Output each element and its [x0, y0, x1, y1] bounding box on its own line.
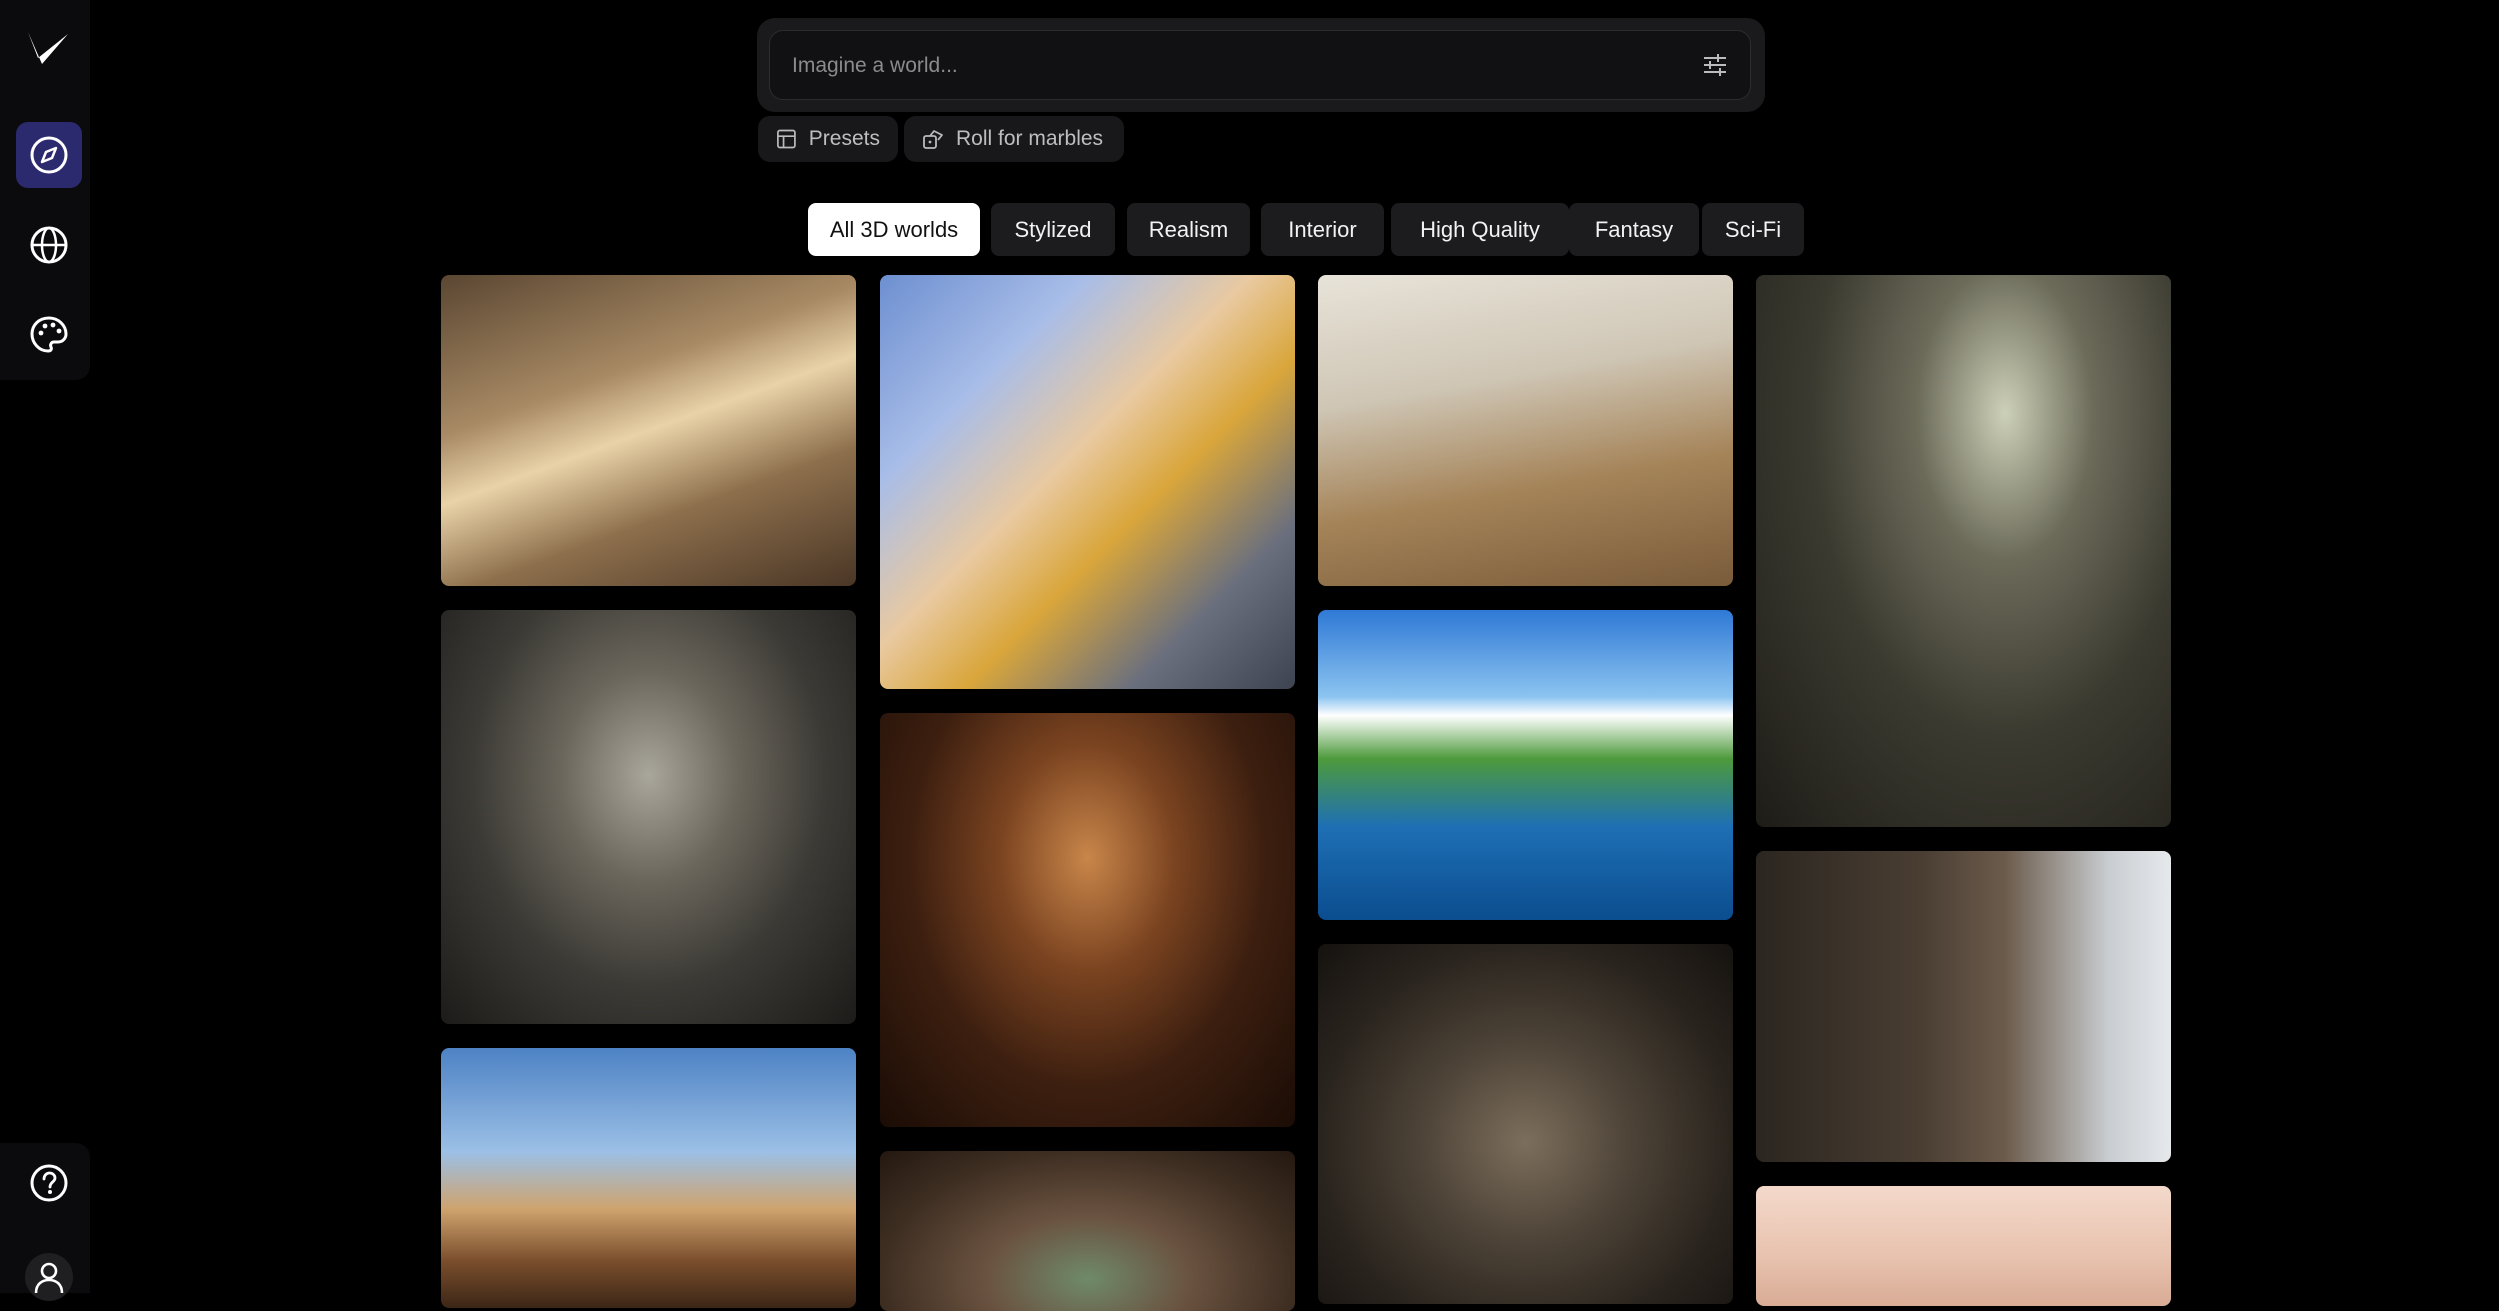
- world-thumbnail: [880, 275, 1295, 689]
- sidebar-item-explore[interactable]: [16, 122, 82, 188]
- tab-sci-fi[interactable]: Sci-Fi: [1702, 203, 1804, 256]
- sidebar-item-worlds[interactable]: [16, 212, 82, 278]
- layout-icon: [777, 129, 796, 149]
- world-card-bedroom-interior[interactable]: [1318, 275, 1733, 586]
- tab-high-quality[interactable]: High Quality: [1391, 203, 1569, 256]
- tab-stylized[interactable]: Stylized: [991, 203, 1115, 256]
- world-card-spaceship-cockpit[interactable]: [441, 610, 856, 1024]
- world-card-lisbon-tram-street[interactable]: [880, 275, 1295, 689]
- sliders-icon[interactable]: [1700, 50, 1730, 80]
- search-box: [769, 30, 1751, 101]
- sidebar-bottom: [0, 1143, 90, 1301]
- world-card-western-town[interactable]: [441, 1048, 856, 1308]
- help-button[interactable]: [16, 1150, 82, 1216]
- world-thumbnail: [1318, 610, 1733, 920]
- roll-label: Roll for marbles: [956, 127, 1104, 150]
- world-thumbnail: [1318, 944, 1733, 1304]
- palette-icon: [30, 316, 68, 353]
- globe-icon: [30, 226, 68, 264]
- sidebar: [0, 0, 90, 380]
- presets-label: Presets: [808, 127, 880, 150]
- presets-button[interactable]: Presets: [758, 116, 898, 162]
- world-card-cartoon-island[interactable]: [1318, 610, 1733, 920]
- avatar[interactable]: [25, 1253, 73, 1301]
- search-input[interactable]: [790, 31, 1674, 101]
- dice-icon: [923, 130, 943, 149]
- roll-for-marbles-button[interactable]: Roll for marbles: [904, 116, 1124, 162]
- compass-icon: [30, 136, 68, 174]
- world-thumbnail: [880, 1151, 1295, 1311]
- world-thumbnail: [1756, 275, 2171, 827]
- world-thumbnail: [441, 1048, 856, 1308]
- world-thumbnail: [441, 275, 856, 586]
- world-card-detective-office[interactable]: [1756, 275, 2171, 827]
- world-card-cave-city[interactable]: [880, 1151, 1295, 1311]
- tab-fantasy[interactable]: Fantasy: [1569, 203, 1699, 256]
- logo-icon[interactable]: [24, 24, 72, 72]
- sidebar-item-styles[interactable]: [16, 302, 82, 368]
- world-thumbnail: [441, 610, 856, 1024]
- world-thumbnail: [1756, 851, 2171, 1162]
- tab-interior[interactable]: Interior: [1261, 203, 1384, 256]
- user-icon: [34, 1262, 64, 1294]
- world-card-cathedral-interior[interactable]: [1318, 944, 1733, 1304]
- world-card-tavern-bar[interactable]: [880, 713, 1295, 1127]
- search-container: [757, 18, 1765, 112]
- world-card-log-cabin[interactable]: [1756, 851, 2171, 1162]
- tab-realism[interactable]: Realism: [1127, 203, 1250, 256]
- world-card-chandelier-room[interactable]: [1756, 1186, 2171, 1306]
- tab-all-3d-worlds[interactable]: All 3D worlds: [808, 203, 980, 256]
- world-thumbnail: [1756, 1186, 2171, 1306]
- world-thumbnail: [880, 713, 1295, 1127]
- world-thumbnail: [1318, 275, 1733, 586]
- help-icon: [30, 1164, 68, 1202]
- world-card-desert-alley[interactable]: [441, 275, 856, 586]
